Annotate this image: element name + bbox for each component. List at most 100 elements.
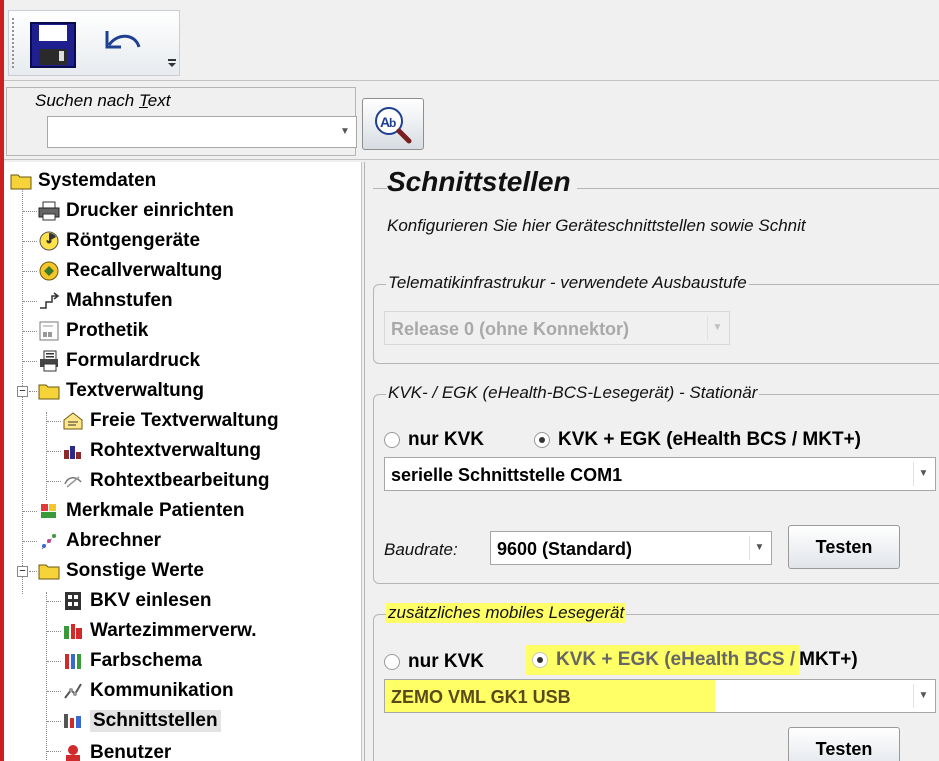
svg-text:b: b <box>389 116 396 130</box>
tree-item-label: Formulardruck <box>66 350 201 371</box>
tree-item-schnittstellen[interactable]: Schnittstellen <box>62 706 221 736</box>
tree-item-label: Abrechner <box>66 530 162 551</box>
recall-icon <box>38 260 60 282</box>
radio-mobile-kvk-egk[interactable]: KVK + EGK (eHealth BCS / MKT+) <box>526 645 858 675</box>
tree-collapse-sonstige-werte[interactable]: − <box>17 566 28 577</box>
tree-connector <box>47 721 61 722</box>
test-button[interactable]: Testen <box>788 525 900 569</box>
mobile-device-value: ZEMO VML GK1 USB <box>391 687 571 707</box>
tree-item-label: Benutzer <box>90 742 172 761</box>
tree-item-label: Schnittstellen <box>90 710 221 732</box>
ti-group: Telematikinfrastrukur - verwendete Ausba… <box>373 273 939 364</box>
tree-item-bkv-einlesen[interactable]: BKV einlesen <box>62 586 211 616</box>
tree-connector <box>47 631 61 632</box>
undo-arrow-icon <box>105 31 141 49</box>
radio-label: nur KVK <box>408 651 484 672</box>
mobile-reader-group: zusätzliches mobiles Lesegerät nur KVK K… <box>373 603 939 761</box>
tree-connector <box>29 571 37 572</box>
chevron-down-icon[interactable]: ▼ <box>749 536 769 560</box>
radio-circle-selected[interactable] <box>532 652 548 668</box>
interfaces-icon <box>62 710 84 732</box>
text-search-icon: A b <box>375 107 412 144</box>
tree-item-kommunikation[interactable]: Kommunikation <box>62 676 234 706</box>
toolbar-grip[interactable] <box>11 17 15 69</box>
tree-item-textverwaltung[interactable]: Textverwaltung <box>38 376 204 406</box>
tree-item-roentgen[interactable]: Röntgengeräte <box>38 226 200 256</box>
color-scheme-icon <box>62 650 84 672</box>
ti-level-select[interactable]: Release 0 (ohne Konnektor) ▼ <box>384 311 730 345</box>
mobile-device-select[interactable]: ZEMO VML GK1 USB ▼ <box>384 679 936 713</box>
floppy-disk-icon <box>30 22 76 68</box>
radio-label: KVK + EGK (eHealth BCS / MKT+) <box>558 429 861 450</box>
chevron-down-icon[interactable]: ▼ <box>336 120 354 144</box>
search-group: Suchen nach Text ▼ <box>6 87 357 156</box>
tree-item-formulardruck[interactable]: Formulardruck <box>38 346 200 376</box>
tree-item-wartezimmer[interactable]: Wartezimmerverw. <box>62 616 257 646</box>
tree-item-benutzer[interactable]: Benutzer <box>62 738 171 761</box>
patient-features-icon <box>38 500 60 522</box>
tree-connector <box>23 361 37 362</box>
tree-item-recall[interactable]: Recallverwaltung <box>38 256 222 286</box>
tree-item-label: Drucker einrichten <box>66 200 234 221</box>
toolbar-overflow-button[interactable] <box>167 55 177 69</box>
raw-text-edit-icon <box>62 470 84 492</box>
settings-panel: Schnittstellen Konfigurieren Sie hier Ge… <box>364 162 939 761</box>
billing-icon <box>38 530 60 552</box>
folder-icon <box>10 170 32 192</box>
tree-item-label: BKV einlesen <box>90 590 212 611</box>
ti-level-value: Release 0 (ohne Konnektor) <box>391 319 630 339</box>
toolbar <box>8 10 180 76</box>
radio-kvk-egk[interactable]: KVK + EGK (eHealth BCS / MKT+) <box>534 429 861 451</box>
tree-connector <box>47 451 61 452</box>
prosthetics-icon <box>38 320 60 342</box>
baudrate-value: 9600 (Standard) <box>497 539 633 559</box>
radio-circle-selected[interactable] <box>534 432 550 448</box>
tree-connector <box>29 391 37 392</box>
tree-item-label: Kommunikation <box>90 680 234 701</box>
radio-circle[interactable] <box>384 654 400 670</box>
radio-circle[interactable] <box>384 432 400 448</box>
page-title: Schnittstellen <box>387 166 577 198</box>
tree-collapse-textverwaltung[interactable]: − <box>17 386 28 397</box>
waiting-room-icon <box>62 620 84 642</box>
tree-item-farbschema[interactable]: Farbschema <box>62 646 202 676</box>
chevron-down-icon[interactable]: ▼ <box>707 316 727 340</box>
baudrate-select[interactable]: 9600 (Standard) ▼ <box>490 531 772 565</box>
free-text-icon <box>62 410 84 432</box>
tree-item-label: Mahnstufen <box>66 290 173 311</box>
undo-button[interactable] <box>99 25 149 61</box>
search-label: Suchen nach Text <box>35 91 171 110</box>
tree-connector <box>47 601 61 602</box>
mobile-group-legend: zusätzliches mobiles Lesegerät <box>386 603 627 623</box>
tree-connector <box>46 592 47 761</box>
tree-item-rohtextverwaltung[interactable]: Rohtextverwaltung <box>62 436 261 466</box>
tree-item-merkmale-patienten[interactable]: Merkmale Patienten <box>38 496 244 526</box>
tree-item-label: Wartezimmerverw. <box>90 620 257 641</box>
radio-nur-kvk[interactable]: nur KVK <box>384 429 484 451</box>
search-input[interactable]: ▼ <box>47 116 357 148</box>
tree-item-drucker[interactable]: Drucker einrichten <box>38 196 234 226</box>
chevron-down-icon[interactable]: ▼ <box>913 684 933 708</box>
tree-item-rohtextbearbeitung[interactable]: Rohtextbearbeitung <box>62 466 269 496</box>
tree-item-label: Merkmale Patienten <box>66 500 245 521</box>
tree-item-systemdaten[interactable]: Systemdaten <box>10 166 156 196</box>
text-search-button[interactable]: A b <box>362 98 424 150</box>
tree-item-abrechner[interactable]: Abrechner <box>38 526 161 556</box>
tree-item-label: Systemdaten <box>38 170 157 191</box>
port-select[interactable]: serielle Schnittstelle COM1 ▼ <box>384 457 936 491</box>
radio-label: nur KVK <box>408 429 484 450</box>
page-description: Konfigurieren Sie hier Geräteschnittstel… <box>387 216 806 235</box>
tree-item-mahnstufen[interactable]: Mahnstufen <box>38 286 173 316</box>
mobile-test-button[interactable]: Testen <box>788 727 900 761</box>
save-button[interactable] <box>25 19 83 71</box>
tree-item-freie-textverwaltung[interactable]: Freie Textverwaltung <box>62 406 279 436</box>
tree-item-prothetik[interactable]: Prothetik <box>38 316 148 346</box>
chevron-down-icon[interactable]: ▼ <box>913 462 933 486</box>
baudrate-label: Baudrate: <box>384 540 458 559</box>
radio-mobile-nur-kvk[interactable]: nur KVK <box>384 651 484 673</box>
tree-item-label: Prothetik <box>66 320 149 341</box>
tree-connector <box>23 271 37 272</box>
form-print-icon <box>38 350 60 372</box>
tree-item-label: Röntgengeräte <box>66 230 201 251</box>
tree-item-sonstige-werte[interactable]: Sonstige Werte <box>38 556 204 586</box>
